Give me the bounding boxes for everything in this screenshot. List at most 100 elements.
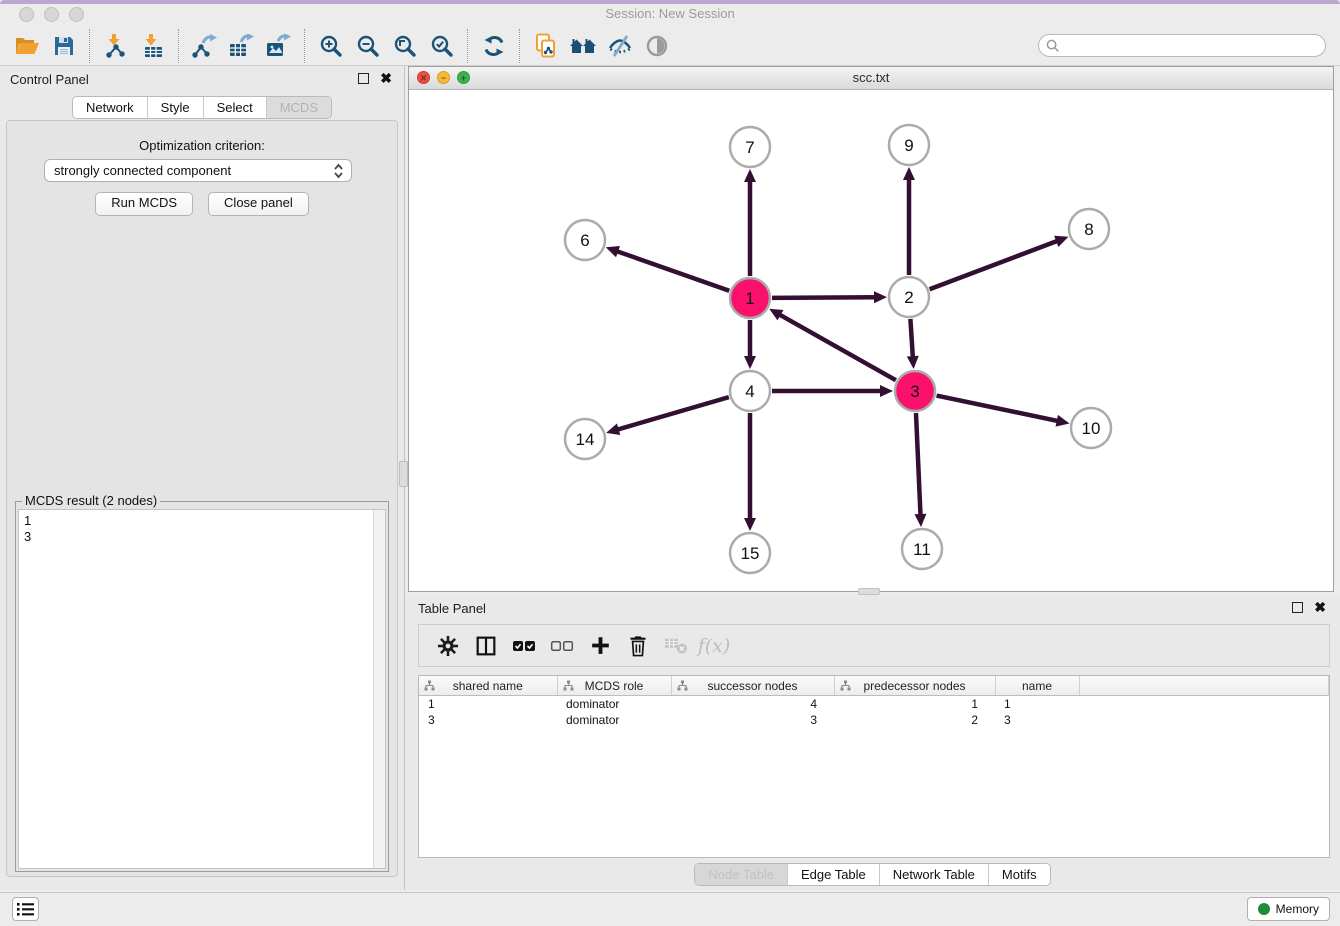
graph-node-7[interactable]: 7 (730, 127, 770, 167)
show-columns-icon[interactable] (467, 628, 505, 664)
network-graph-svg[interactable]: 7 9 6 8 1 2 4 3 14 10 15 11 (409, 89, 1333, 591)
graph-node-15[interactable]: 15 (730, 533, 770, 573)
graph-node-4[interactable]: 4 (730, 371, 770, 411)
mcds-result-area[interactable]: 1 3 (18, 509, 386, 869)
tab-network-table[interactable]: Network Table (879, 864, 988, 885)
table-cell[interactable]: 1 (995, 696, 1079, 713)
tab-node-table[interactable]: Node Table (695, 864, 787, 885)
result-scrollbar[interactable] (373, 510, 385, 868)
graph-node-6[interactable]: 6 (565, 220, 605, 260)
apply-layout-icon[interactable] (475, 29, 512, 63)
graph-node-3[interactable]: 3 (895, 371, 935, 411)
graph-node-1[interactable]: 1 (730, 278, 770, 318)
vertical-splitter-handle[interactable] (399, 461, 408, 487)
table-cell[interactable]: 2 (834, 712, 995, 728)
search-input[interactable] (1060, 38, 1318, 54)
table-row[interactable]: 3dominator323 (419, 712, 1329, 728)
table-settings-gear-icon[interactable] (429, 628, 467, 664)
graph-edge-4-14[interactable] (617, 397, 729, 430)
zoom-out-icon[interactable] (349, 29, 386, 63)
graph-edge-3-11[interactable] (916, 413, 921, 516)
network-minimize-icon[interactable]: − (437, 71, 450, 84)
table-cell[interactable]: 3 (419, 712, 557, 728)
column-header-shared-name[interactable]: shared name (419, 676, 557, 696)
close-window-button[interactable] (19, 7, 34, 22)
export-image-icon[interactable] (260, 29, 297, 63)
minimize-window-button[interactable] (44, 7, 59, 22)
table-cell[interactable]: 1 (419, 696, 557, 713)
graph-node-11[interactable]: 11 (902, 529, 942, 569)
table-cell[interactable]: 3 (995, 712, 1079, 728)
column-header-predecessor-nodes[interactable]: predecessor nodes (834, 676, 995, 696)
tab-select[interactable]: Select (203, 97, 266, 118)
tab-mcds[interactable]: MCDS (266, 97, 331, 118)
tab-motifs[interactable]: Motifs (988, 864, 1050, 885)
run-mcds-button[interactable]: Run MCDS (95, 192, 193, 216)
mcds-result-text: 1 3 (24, 513, 31, 545)
zoom-selected-icon[interactable] (423, 29, 460, 63)
export-table-icon[interactable] (223, 29, 260, 63)
tab-style[interactable]: Style (147, 97, 203, 118)
network-canvas[interactable]: 7 9 6 8 1 2 4 3 14 10 15 11 (409, 89, 1333, 591)
control-panel-close-icon[interactable]: ✖ (380, 73, 392, 84)
zoom-fit-icon[interactable] (386, 29, 423, 63)
criterion-select[interactable]: strongly connected component (44, 159, 352, 182)
import-table-icon[interactable] (134, 29, 171, 63)
zoom-in-icon[interactable] (312, 29, 349, 63)
table-panel-close-icon[interactable]: ✖ (1314, 602, 1326, 613)
tab-network[interactable]: Network (73, 97, 147, 118)
memory-button[interactable]: Memory (1247, 897, 1330, 921)
graph-edge-3-10[interactable] (937, 396, 1059, 422)
toolbar-separator (519, 29, 520, 63)
clone-network-icon[interactable] (527, 29, 564, 63)
task-history-button[interactable] (12, 897, 39, 921)
delete-row-trash-icon[interactable] (619, 628, 657, 664)
table-cell[interactable]: 4 (671, 696, 834, 713)
graph-edge-2-3[interactable] (910, 319, 912, 358)
column-header-name[interactable]: name (995, 676, 1079, 696)
graph-edge-1-2[interactable] (772, 297, 876, 298)
graph-node-14[interactable]: 14 (565, 419, 605, 459)
column-header-successor-nodes[interactable]: successor nodes (671, 676, 834, 696)
home-networks-icon[interactable] (564, 29, 601, 63)
search-box[interactable] (1038, 34, 1326, 57)
graph-edge-2-8[interactable] (930, 241, 1059, 290)
table-cell[interactable]: 1 (834, 696, 995, 713)
control-panel-float-icon[interactable] (358, 73, 369, 84)
table-cell[interactable]: 3 (671, 712, 834, 728)
graph-edge-arrowhead (880, 385, 893, 397)
export-network-icon[interactable] (186, 29, 223, 63)
network-close-icon[interactable]: ✕ (417, 71, 430, 84)
main-toolbar (0, 26, 1340, 66)
import-network-icon[interactable] (97, 29, 134, 63)
svg-text:1: 1 (745, 289, 754, 308)
table-cell[interactable]: dominator (557, 712, 671, 728)
close-panel-button[interactable]: Close panel (208, 192, 309, 216)
show-all-eye-icon[interactable] (638, 29, 675, 63)
column-header-MCDS-role[interactable]: MCDS role (557, 676, 671, 696)
graph-node-8[interactable]: 8 (1069, 209, 1109, 249)
graph-edge-1-6[interactable] (616, 251, 729, 291)
deselect-all-icon[interactable] (543, 628, 581, 664)
select-all-icon[interactable] (505, 628, 543, 664)
svg-text:14: 14 (576, 430, 595, 449)
table-cell[interactable]: dominator (557, 696, 671, 713)
network-maximize-icon[interactable]: + (457, 71, 470, 84)
horizontal-splitter-handle[interactable] (858, 588, 880, 595)
svg-text:4: 4 (745, 382, 754, 401)
tab-edge-table[interactable]: Edge Table (787, 864, 879, 885)
table-panel-float-icon[interactable] (1292, 602, 1303, 613)
save-session-icon[interactable] (45, 29, 82, 63)
svg-text:9: 9 (904, 136, 913, 155)
optimization-criterion-label: Optimization criterion: (7, 138, 397, 153)
open-session-icon[interactable] (8, 29, 45, 63)
graph-node-2[interactable]: 2 (889, 277, 929, 317)
add-row-plus-icon[interactable] (581, 628, 619, 664)
maximize-window-button[interactable] (69, 7, 84, 22)
table-row[interactable]: 1dominator411 (419, 696, 1329, 713)
graph-node-9[interactable]: 9 (889, 125, 929, 165)
graph-edge-3-1[interactable] (779, 314, 896, 380)
graph-node-10[interactable]: 10 (1071, 408, 1111, 448)
hide-selected-eye-icon[interactable] (601, 29, 638, 63)
titlebar: Session: New Session (0, 2, 1340, 26)
